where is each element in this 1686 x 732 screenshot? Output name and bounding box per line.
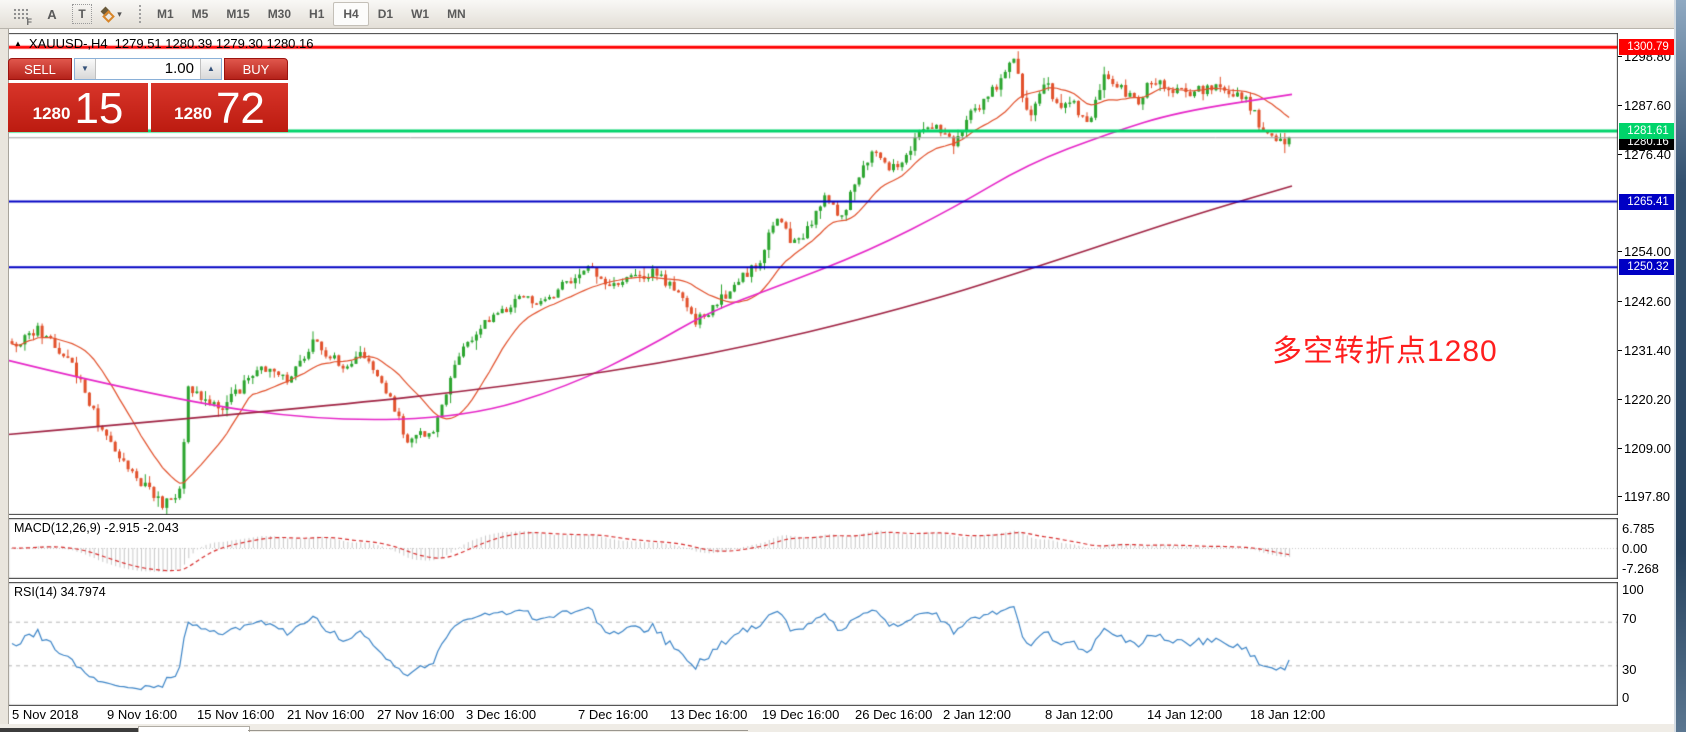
indicator-list-icon[interactable]: F xyxy=(8,3,32,25)
price-line-badge: 1265.41 xyxy=(1619,194,1677,210)
time-axis-label: 9 Nov 16:00 xyxy=(107,707,177,722)
sell-button[interactable]: SELL xyxy=(8,58,72,80)
chart-annotation-text: 多空转折点1280 xyxy=(1272,326,1498,370)
price-line-badge: 1250.32 xyxy=(1619,259,1677,275)
time-axis-label: 21 Nov 16:00 xyxy=(287,707,364,722)
timeframe-d1[interactable]: D1 xyxy=(369,2,402,26)
price-axis-tick: 1242.60 xyxy=(1624,294,1678,309)
indicator-f-label: F xyxy=(27,17,33,27)
price-axis-tick: 1209.00 xyxy=(1624,441,1678,456)
timeframe-m30[interactable]: M30 xyxy=(259,2,300,26)
taskbar-fragment xyxy=(0,728,138,732)
rsi-axis-label: 70 xyxy=(1622,611,1636,626)
sell-price-display[interactable]: 1280 15 xyxy=(8,83,148,132)
rsi-label: RSI(14) 34.7974 xyxy=(14,585,106,599)
price-axis-tick: 1231.40 xyxy=(1624,343,1678,358)
buy-price-pips: 72 xyxy=(216,86,265,132)
time-axis-label: 5 Nov 2018 xyxy=(12,707,79,722)
time-axis-label: 18 Jan 12:00 xyxy=(1250,707,1325,722)
price-line-badge: 1281.61 xyxy=(1619,123,1677,139)
taskbar-fragment xyxy=(138,726,250,732)
chevron-down-icon: ▾ xyxy=(117,9,122,20)
macd-axis-label: 0.00 xyxy=(1622,541,1647,556)
volume-input[interactable]: 1.00 xyxy=(96,59,200,79)
grid-dots-icon xyxy=(13,8,28,20)
price-axis-tick: 1220.20 xyxy=(1624,392,1678,407)
text-tool-icon[interactable]: T xyxy=(72,4,92,24)
rsi-axis-label: 0 xyxy=(1622,690,1629,705)
volume-increase-button[interactable]: ▲ xyxy=(200,59,221,79)
sell-price-pips: 15 xyxy=(74,86,123,132)
time-axis-label: 26 Dec 16:00 xyxy=(855,707,932,722)
ohlc-values: 1279.51 1280.39 1279.30 1280.16 xyxy=(115,36,314,51)
volume-spinner: ▼ 1.00 ▲ xyxy=(74,58,222,80)
buy-price-display[interactable]: 1280 72 xyxy=(151,83,288,132)
timeframe-h4[interactable]: H4 xyxy=(333,2,368,26)
one-click-trading-panel: SELL ▼ 1.00 ▲ BUY 1280 15 1280 72 xyxy=(8,58,288,132)
terminal-window: F A T ▾ M1M5M15M30H1H4D1W1MN ▲ XAUUSD-,H… xyxy=(0,0,1686,732)
top-toolbar: F A T ▾ M1M5M15M30H1H4D1W1MN xyxy=(0,0,1676,29)
taskbar-fragment xyxy=(248,730,748,731)
buy-price-main: 1280 xyxy=(174,104,212,132)
time-axis-label: 27 Nov 16:00 xyxy=(377,707,454,722)
price-axis-tick: 1197.80 xyxy=(1624,489,1678,504)
price-line-badge: 1300.79 xyxy=(1619,39,1677,55)
volume-decrease-button[interactable]: ▼ xyxy=(75,59,96,79)
timeframe-h1[interactable]: H1 xyxy=(300,2,333,26)
rsi-axis-label: 30 xyxy=(1622,662,1636,677)
macd-axis-label: -7.268 xyxy=(1622,561,1659,576)
timeframe-m5[interactable]: M5 xyxy=(183,2,218,26)
text-label-tool-icon[interactable]: A xyxy=(40,3,64,25)
price-axis-tick: 1254.00 xyxy=(1624,244,1678,259)
timeframe-m15[interactable]: M15 xyxy=(217,2,258,26)
window-right-frame xyxy=(1676,0,1686,732)
time-axis-label: 13 Dec 16:00 xyxy=(670,707,747,722)
macd-indicator-panel[interactable] xyxy=(8,518,1618,579)
price-axis-tick: 1276.40 xyxy=(1624,147,1678,162)
sell-price-main: 1280 xyxy=(33,104,71,132)
objects-tool-icon[interactable]: ▾ xyxy=(100,3,124,25)
rsi-indicator-panel[interactable] xyxy=(8,582,1618,706)
toolbar-separator xyxy=(138,4,142,24)
time-axis-label: 3 Dec 16:00 xyxy=(466,707,536,722)
price-axis-tick: 1287.60 xyxy=(1624,98,1678,113)
timeframe-w1[interactable]: W1 xyxy=(402,2,438,26)
buy-button[interactable]: BUY xyxy=(224,58,288,80)
time-axis-label: 19 Dec 16:00 xyxy=(762,707,839,722)
symbol-timeframe-label: XAUUSD-,H4 xyxy=(29,36,108,51)
symbol-marker-icon: ▲ xyxy=(14,39,22,48)
time-axis-label: 15 Nov 16:00 xyxy=(197,707,274,722)
macd-axis-label: 6.785 xyxy=(1622,521,1655,536)
chart-header: ▲ XAUUSD-,H4 1279.51 1280.39 1279.30 128… xyxy=(14,36,313,51)
timeframe-mn[interactable]: MN xyxy=(438,2,475,26)
time-axis-label: 14 Jan 12:00 xyxy=(1147,707,1222,722)
timeframe-m1[interactable]: M1 xyxy=(148,2,183,26)
rsi-axis-label: 100 xyxy=(1622,582,1644,597)
window-left-edge xyxy=(0,28,9,732)
time-axis-label: 7 Dec 16:00 xyxy=(578,707,648,722)
time-axis-label: 2 Jan 12:00 xyxy=(943,707,1011,722)
timeframe-group: M1M5M15M30H1H4D1W1MN xyxy=(148,2,475,26)
time-axis-label: 8 Jan 12:00 xyxy=(1045,707,1113,722)
macd-label: MACD(12,26,9) -2.915 -2.043 xyxy=(14,521,179,535)
